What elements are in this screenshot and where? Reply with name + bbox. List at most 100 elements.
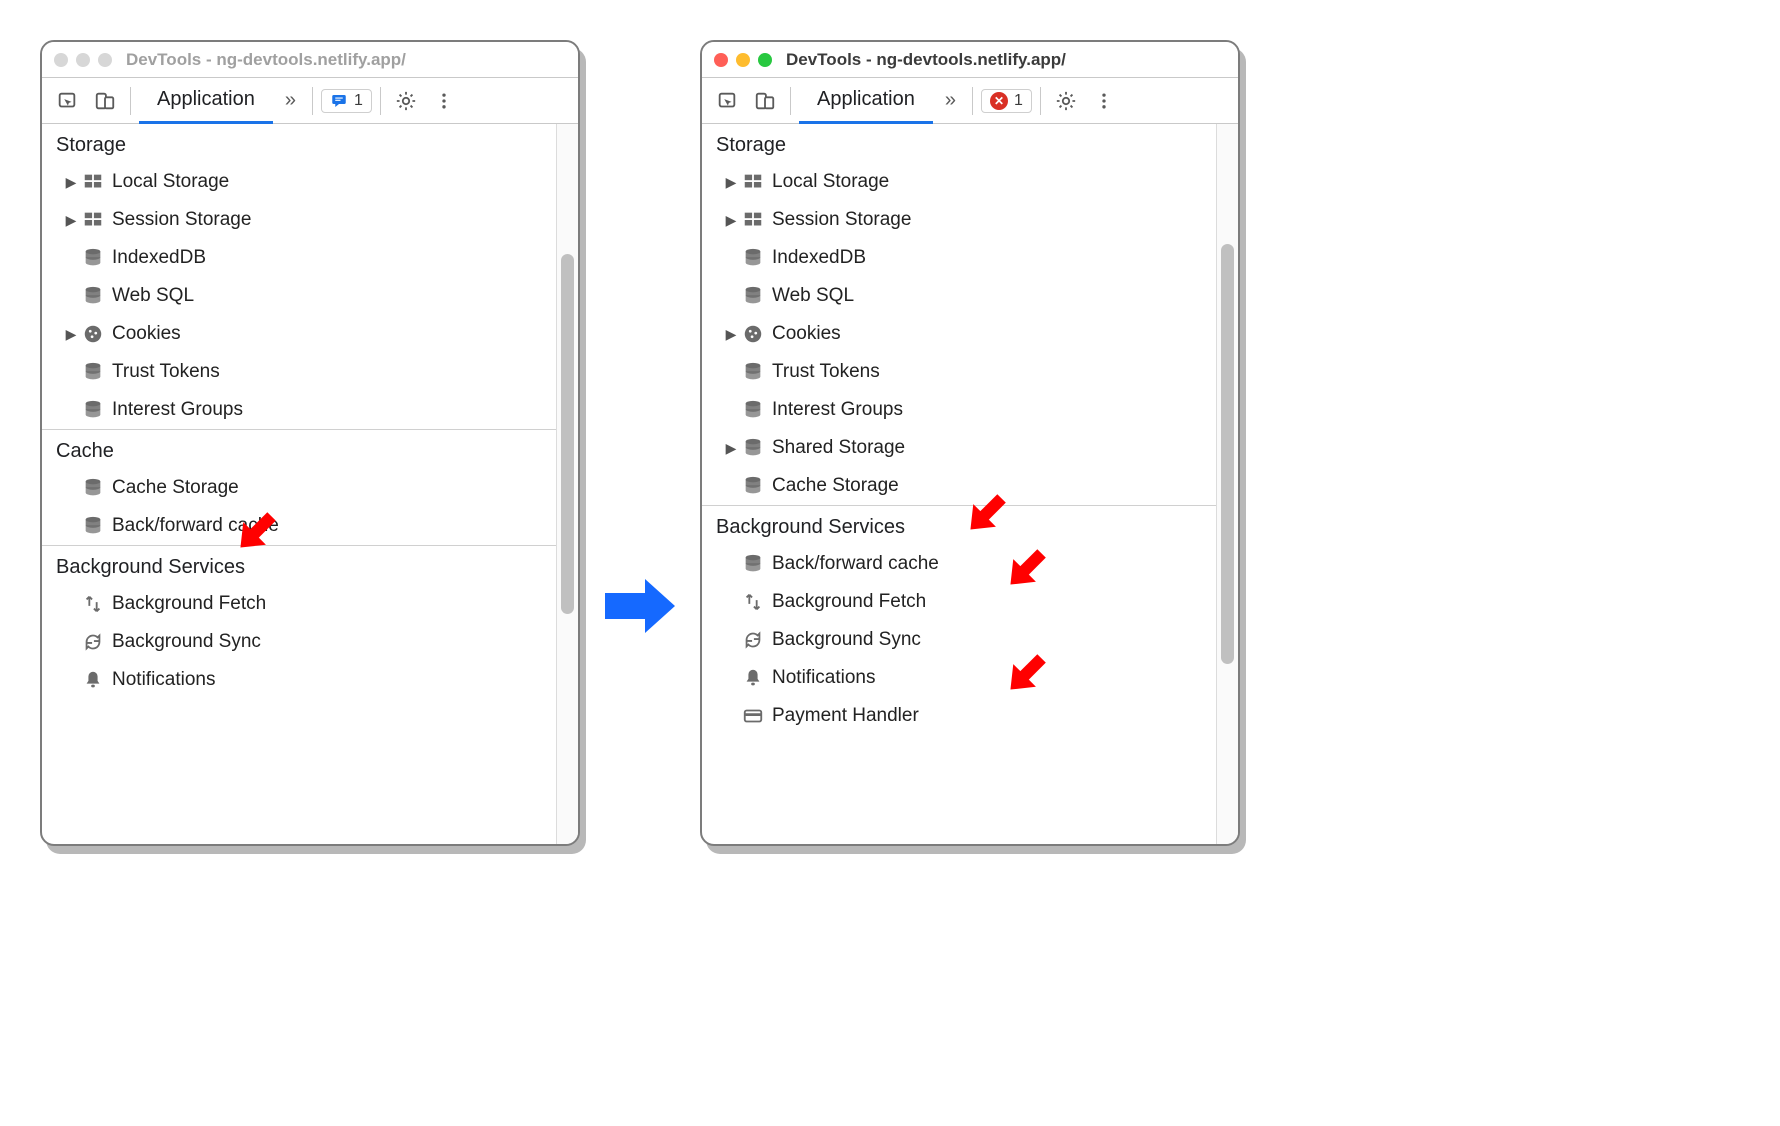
grid-icon — [80, 209, 106, 231]
expand-arrow-icon[interactable]: ▶ — [62, 326, 80, 343]
tree-item[interactable]: Background Fetch — [42, 585, 556, 623]
tree-item[interactable]: IndexedDB — [702, 239, 1216, 277]
tab-application[interactable]: Application — [139, 78, 273, 124]
kebab-icon[interactable] — [1087, 84, 1121, 118]
tree-item-label: Trust Tokens — [766, 361, 880, 383]
zoom-dot[interactable] — [758, 53, 772, 67]
tree-item-label: Session Storage — [106, 209, 251, 231]
message-icon — [330, 92, 348, 110]
inspect-icon[interactable] — [710, 84, 744, 118]
messages-badge[interactable]: 1 — [321, 89, 372, 113]
tree-item[interactable]: Web SQL — [42, 277, 556, 315]
section-heading: Storage — [42, 124, 556, 163]
tree-item[interactable]: ▶Shared Storage — [702, 429, 1216, 467]
tree-item-label: Background Sync — [106, 631, 261, 653]
tree-item[interactable]: ▶Session Storage — [702, 201, 1216, 239]
tree-item[interactable]: Notifications — [702, 659, 1216, 697]
tree-item-label: Background Fetch — [106, 593, 266, 615]
expand-arrow-icon[interactable]: ▶ — [722, 440, 740, 457]
db-icon — [80, 247, 106, 269]
window-title: DevTools - ng-devtools.netlify.app/ — [126, 50, 406, 70]
tree-item[interactable]: ▶ Local Storage — [702, 163, 1216, 201]
expand-arrow-icon[interactable]: ▶ — [722, 174, 740, 191]
toolbar: Application » ✕ 1 — [702, 78, 1238, 124]
tree-item[interactable]: ▶ Session Storage — [42, 201, 556, 239]
updown-icon — [740, 591, 766, 613]
tree-item-label: IndexedDB — [106, 247, 206, 269]
traffic-lights — [54, 53, 112, 67]
tab-application[interactable]: Application — [799, 78, 933, 124]
db-icon — [80, 399, 106, 421]
sync-icon — [80, 631, 106, 653]
tree-item[interactable]: Back/forward cache — [42, 507, 556, 545]
tree-item-label: Background Fetch — [766, 591, 926, 613]
card-icon — [740, 705, 766, 727]
bell-icon — [740, 667, 766, 689]
titlebar[interactable]: DevTools - ng-devtools.netlify.app/ — [42, 42, 578, 78]
tree-item[interactable]: Background Sync — [42, 623, 556, 661]
devtools-window-left: DevTools - ng-devtools.netlify.app/ Appl… — [40, 40, 580, 846]
badge-count: 1 — [354, 92, 363, 110]
inspect-icon[interactable] — [50, 84, 84, 118]
toolbar: Application » 1 — [42, 78, 578, 124]
close-dot[interactable] — [54, 53, 68, 67]
min-dot[interactable] — [736, 53, 750, 67]
tree-item[interactable]: Cache Storage — [42, 469, 556, 507]
scroll-thumb[interactable] — [1221, 244, 1234, 664]
annotation-arrow-icon — [1002, 644, 1050, 709]
badge-count: 1 — [1014, 92, 1023, 110]
db-icon — [80, 361, 106, 383]
tree-item-label: Cache Storage — [106, 477, 239, 499]
tree-item[interactable]: IndexedDB — [42, 239, 556, 277]
db-icon — [80, 477, 106, 499]
tree-item[interactable]: Background Sync — [702, 621, 1216, 659]
more-tabs-icon[interactable]: » — [277, 89, 304, 112]
gear-icon[interactable] — [1049, 84, 1083, 118]
close-dot[interactable] — [714, 53, 728, 67]
expand-arrow-icon[interactable]: ▶ — [62, 212, 80, 229]
tree-item[interactable]: Web SQL — [702, 277, 1216, 315]
annotation-arrow-icon — [1002, 539, 1050, 604]
db-icon — [740, 361, 766, 383]
grid-icon — [740, 171, 766, 193]
expand-arrow-icon[interactable]: ▶ — [722, 326, 740, 343]
device-icon[interactable] — [88, 84, 122, 118]
tree-item[interactable]: Trust Tokens — [702, 353, 1216, 391]
tree-item[interactable]: Back/forward cache — [702, 545, 1216, 583]
tree-item-label: Payment Handler — [766, 705, 919, 727]
scroll-thumb[interactable] — [561, 254, 574, 614]
scrollbar[interactable] — [556, 124, 578, 844]
traffic-lights — [714, 53, 772, 67]
db-icon — [740, 553, 766, 575]
device-icon[interactable] — [748, 84, 782, 118]
tree-item[interactable]: Background Fetch — [702, 583, 1216, 621]
tree-item[interactable]: Interest Groups — [42, 391, 556, 429]
gear-icon[interactable] — [389, 84, 423, 118]
titlebar[interactable]: DevTools - ng-devtools.netlify.app/ — [702, 42, 1238, 78]
error-icon: ✕ — [990, 92, 1008, 110]
scrollbar[interactable] — [1216, 124, 1238, 844]
tree-item-label: Local Storage — [766, 171, 889, 193]
tree-item[interactable]: ▶ Cookies — [42, 315, 556, 353]
tree-item-label: Cookies — [106, 323, 181, 345]
zoom-dot[interactable] — [98, 53, 112, 67]
tree-item[interactable]: Cache Storage — [702, 467, 1216, 505]
tree-item[interactable]: Trust Tokens — [42, 353, 556, 391]
tree-item[interactable]: Interest Groups — [702, 391, 1216, 429]
tree-item-label: Trust Tokens — [106, 361, 220, 383]
tree-item-label: Background Sync — [766, 629, 921, 651]
db-icon — [740, 437, 766, 459]
min-dot[interactable] — [76, 53, 90, 67]
annotation-arrow-icon — [232, 502, 280, 567]
expand-arrow-icon[interactable]: ▶ — [62, 174, 80, 191]
tree-item[interactable]: ▶Local Storage — [42, 163, 556, 201]
expand-arrow-icon[interactable]: ▶ — [722, 212, 740, 229]
tree-item[interactable]: Payment Handler — [702, 697, 1216, 735]
section-heading: Background Services — [42, 545, 556, 585]
tree-item[interactable]: Notifications — [42, 661, 556, 699]
more-tabs-icon[interactable]: » — [937, 89, 964, 112]
tree-item[interactable]: ▶Cookies — [702, 315, 1216, 353]
errors-badge[interactable]: ✕ 1 — [981, 89, 1032, 113]
kebab-icon[interactable] — [427, 84, 461, 118]
db-icon — [80, 285, 106, 307]
